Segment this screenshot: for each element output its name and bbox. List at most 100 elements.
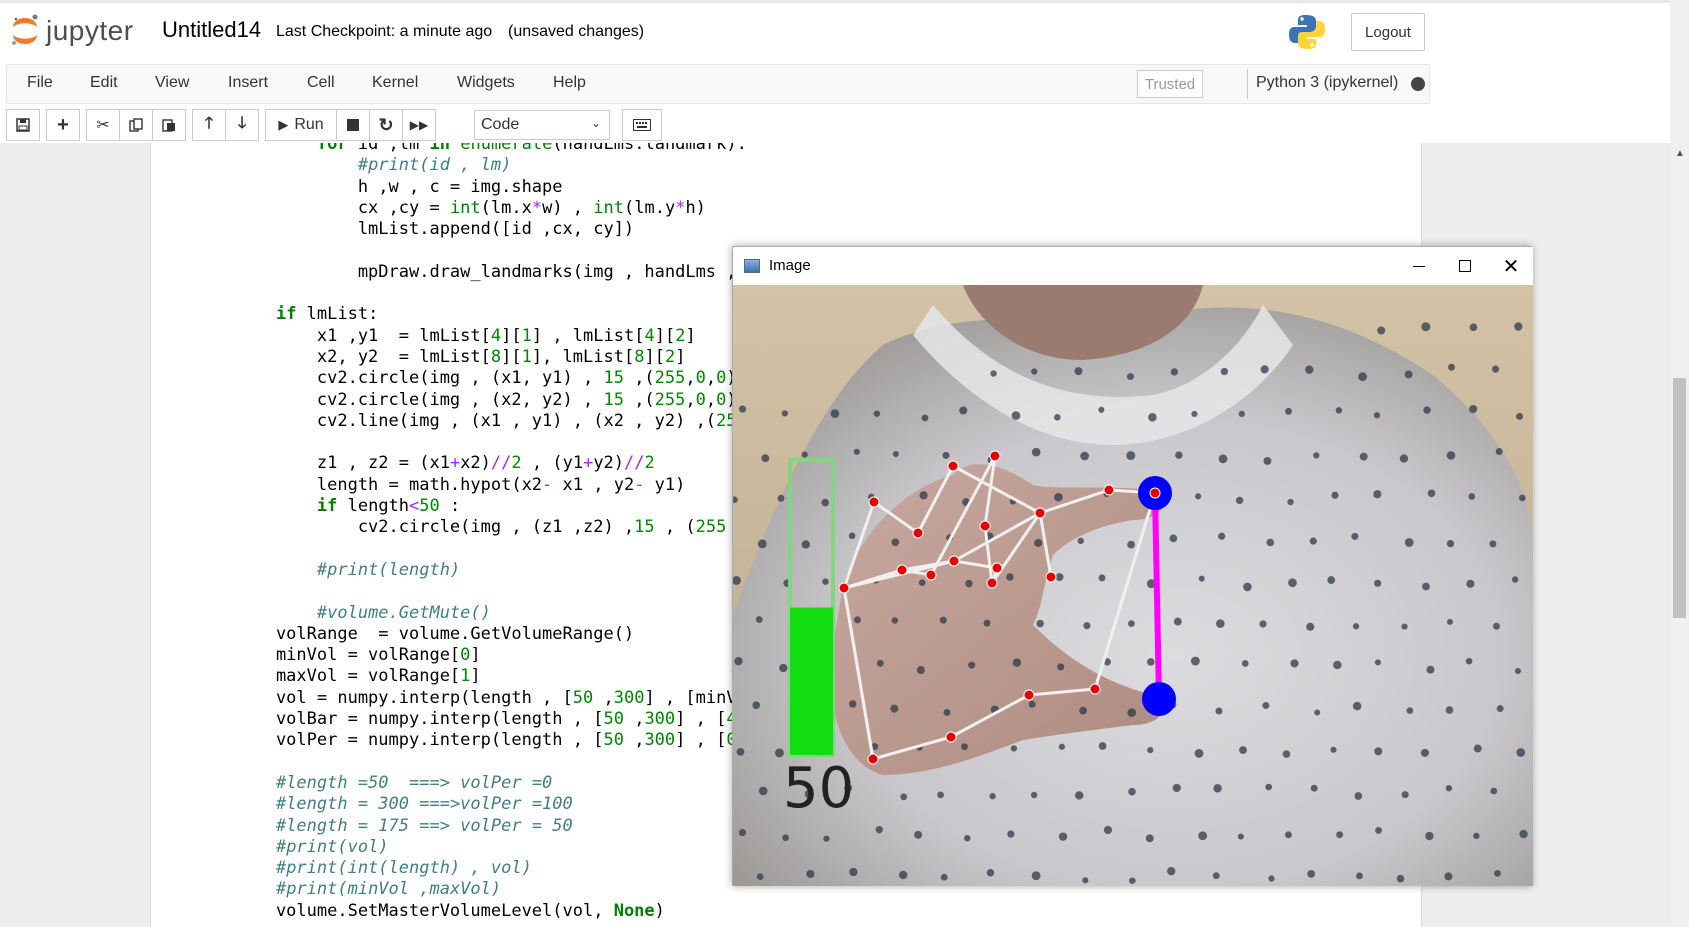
polka-dot [1031, 447, 1041, 457]
maximize-icon [1459, 260, 1471, 272]
code-line: lmList.append([id ,cx, cy])​ [235, 219, 635, 240]
hand-landmark-point [1103, 484, 1115, 496]
polka-dot [1404, 370, 1413, 379]
index-tip-circle [1142, 682, 1176, 716]
polka-dot [959, 406, 968, 415]
menu-insert[interactable]: Insert [228, 74, 268, 92]
polka-dot [830, 409, 840, 418]
move-up-button[interactable]: 🡑 [192, 109, 226, 141]
polka-dot [1313, 452, 1320, 459]
hand-landmark-point [948, 555, 960, 567]
polka-dot [940, 873, 948, 881]
polka-dot [1127, 540, 1136, 549]
notebook-title[interactable]: Untitled14 [162, 17, 261, 43]
command-palette-button[interactable] [622, 109, 662, 141]
polka-dot [1058, 743, 1065, 750]
polka-dot [1284, 831, 1292, 839]
hand-landmark-point [912, 527, 924, 539]
polka-dot [961, 743, 968, 751]
logout-button[interactable]: Logout [1351, 13, 1425, 51]
polka-dot [801, 451, 808, 458]
polka-dot [1007, 830, 1015, 838]
polka-dot [899, 870, 908, 880]
window-title: Image [769, 257, 811, 274]
polka-dot [1012, 658, 1022, 667]
save-button[interactable] [6, 109, 40, 141]
insert-cell-button[interactable]: + [46, 109, 80, 141]
polka-dot [1011, 411, 1021, 420]
menu-edit[interactable]: Edit [90, 74, 118, 92]
move-down-button[interactable]: 🡓 [225, 109, 259, 141]
polka-dot [1446, 539, 1455, 548]
close-button[interactable]: ✕ [1491, 253, 1531, 279]
kernel-busy-indicator-icon [1411, 77, 1425, 91]
polka-dot [1218, 532, 1226, 540]
polka-dot [1220, 367, 1229, 376]
polka-dot [1034, 538, 1043, 547]
restart-button[interactable]: ↻ [369, 109, 403, 141]
hand-landmark-point [945, 731, 957, 743]
polka-dot [1172, 783, 1181, 793]
run-button[interactable]: ▶ Run [265, 109, 337, 141]
polka-dot [1170, 368, 1179, 376]
cut-button[interactable]: ✂ [86, 109, 120, 141]
hand-landmark-point [867, 753, 879, 765]
polka-dot [1190, 656, 1200, 666]
polka-dot [1010, 745, 1018, 752]
paste-button[interactable] [152, 109, 186, 141]
scrollbar-thumb[interactable] [1673, 378, 1686, 618]
polka-dot [1057, 663, 1065, 671]
polka-dot [1330, 746, 1337, 753]
run-label: Run [294, 116, 324, 133]
polka-dot [1489, 540, 1497, 548]
polka-dot [1191, 410, 1198, 418]
polka-dot [1147, 746, 1154, 754]
minimize-button[interactable] [1399, 253, 1439, 279]
menu-kernel[interactable]: Kernel [372, 74, 418, 92]
trusted-indicator[interactable]: Trusted [1137, 70, 1203, 98]
polka-dot [1514, 322, 1523, 331]
polka-dot [1127, 708, 1137, 718]
polka-dot [1309, 537, 1317, 545]
polka-dot [1327, 576, 1336, 585]
kernel-name[interactable]: Python 3 (ipykernel) [1256, 74, 1398, 92]
polka-dot [1425, 831, 1434, 841]
menu-cell[interactable]: Cell [307, 74, 335, 92]
polka-dot [1074, 791, 1084, 800]
polka-dot [1169, 534, 1178, 543]
hand-landmark-point [1023, 689, 1035, 701]
opencv-image-window[interactable]: Image ✕ 50 [732, 246, 1533, 886]
scroll-up-icon[interactable]: ▲ [1675, 148, 1685, 159]
interrupt-button[interactable] [336, 109, 370, 141]
page-scrollbar[interactable]: ▲ [1670, 0, 1689, 927]
window-titlebar[interactable]: Image ✕ [733, 247, 1533, 285]
menu-widgets[interactable]: Widgets [457, 74, 515, 92]
polka-dot [1335, 407, 1343, 414]
polka-dot [891, 538, 900, 547]
jupyter-logo[interactable]: jupyter [10, 13, 134, 49]
menu-help[interactable]: Help [553, 74, 586, 92]
polka-dot [1469, 404, 1478, 414]
copy-button[interactable] [119, 109, 153, 141]
polka-dot [1054, 414, 1061, 421]
window-app-icon [744, 259, 760, 273]
menu-file[interactable]: File [27, 74, 53, 92]
polka-dot [1423, 406, 1431, 414]
polka-dot [1098, 406, 1105, 413]
polka-dot [1466, 579, 1475, 588]
polka-dot [900, 793, 908, 801]
maximize-button[interactable] [1445, 253, 1485, 279]
restart-run-all-button[interactable]: ▶▶ [402, 109, 436, 141]
thumb-index-line [1152, 492, 1162, 700]
polka-dot [1285, 407, 1293, 415]
polka-dot [965, 579, 973, 588]
polka-dot [1098, 574, 1106, 582]
polka-dot [1518, 494, 1526, 502]
polka-dot [1490, 787, 1498, 795]
polka-dot [1080, 451, 1089, 461]
menu-view[interactable]: View [155, 74, 189, 92]
polka-dot [1305, 365, 1314, 374]
polka-dot [738, 828, 747, 837]
polka-dot [1030, 791, 1038, 799]
cell-type-select[interactable]: Code ⌄ [474, 110, 610, 140]
